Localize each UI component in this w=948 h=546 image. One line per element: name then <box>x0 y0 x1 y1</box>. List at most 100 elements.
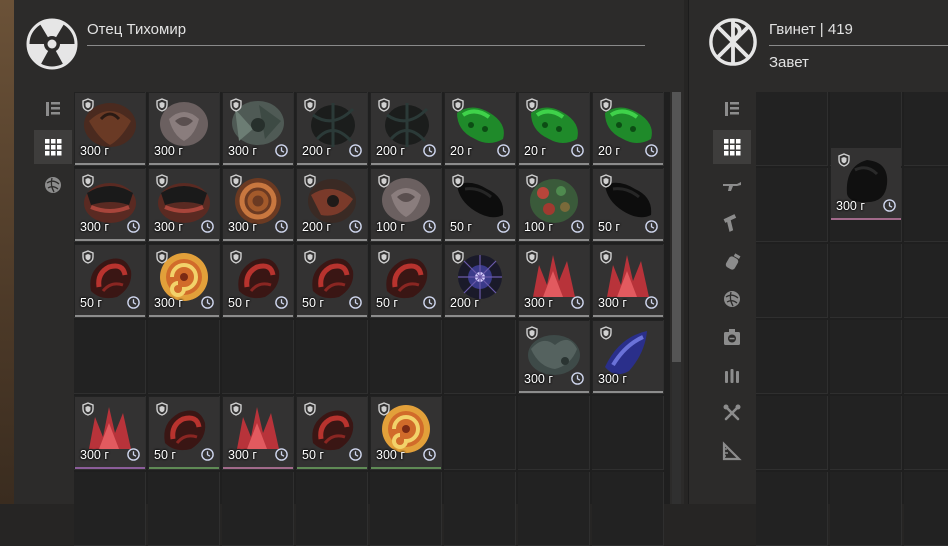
trader-grid-cell[interactable] <box>592 472 664 546</box>
player-grid-cell[interactable] <box>904 320 948 394</box>
shield-icon <box>378 402 390 416</box>
trader-item-slot[interactable]: 300 г <box>593 245 663 317</box>
item-price: 300 г <box>80 220 109 234</box>
clock-icon <box>127 448 140 461</box>
player-grid-cell[interactable] <box>756 320 828 394</box>
trader-item-slot[interactable]: 50 г <box>593 169 663 241</box>
player-grid-cell[interactable] <box>830 244 902 318</box>
trader-item-slot[interactable]: 50 г <box>445 169 515 241</box>
player-grid-cell[interactable] <box>904 92 948 166</box>
clock-icon <box>201 448 214 461</box>
shield-icon <box>156 402 168 416</box>
shield-icon <box>600 98 612 112</box>
player-grid-cell[interactable] <box>756 244 828 318</box>
shield-icon <box>452 174 464 188</box>
trader-item-slot[interactable]: 20 г <box>593 93 663 165</box>
tab-ammo[interactable] <box>713 358 751 392</box>
trader-grid-cell[interactable] <box>518 396 590 470</box>
shield-icon <box>230 250 242 264</box>
trader-item-slot[interactable]: 300 г <box>223 169 293 241</box>
clock-icon <box>423 296 436 309</box>
player-grid-cell[interactable] <box>756 168 828 242</box>
tab-sort[interactable] <box>713 92 751 126</box>
shield-icon <box>156 174 168 188</box>
item-price: 300 г <box>524 372 553 386</box>
trader-item-slot[interactable]: 50 г <box>371 245 441 317</box>
left-item-grid: 300 г 300 г 300 г 200 г 200 г 20 г 20 г 20 г 300… <box>74 92 670 546</box>
trader-grid-cell[interactable] <box>148 320 220 394</box>
trader-item-slot[interactable]: 300 г <box>593 321 663 393</box>
trader-item-slot[interactable]: 100 г <box>519 169 589 241</box>
tab-rifle[interactable] <box>713 168 751 202</box>
player-grid-cell[interactable] <box>756 472 828 546</box>
shield-icon <box>452 98 464 112</box>
tab-artifact[interactable] <box>713 282 751 316</box>
trader-item-slot[interactable]: 20 г <box>519 93 589 165</box>
item-price: 200 г <box>376 144 405 158</box>
trader-item-slot[interactable]: 50 г <box>75 245 145 317</box>
shield-icon <box>82 250 94 264</box>
item-price: 50 г <box>154 448 176 462</box>
player-grid-cell[interactable] <box>904 168 948 242</box>
trader-item-slot[interactable]: 300 г <box>149 93 219 165</box>
trader-item-slot[interactable]: 300 г <box>75 93 145 165</box>
trader-grid-cell[interactable] <box>444 320 516 394</box>
player-grid-cell[interactable] <box>830 472 902 546</box>
trader-item-slot[interactable]: 200 г <box>297 93 367 165</box>
item-price: 300 г <box>154 144 183 158</box>
trader-item-slot[interactable]: 50 г <box>297 245 367 317</box>
player-grid-cell[interactable] <box>756 396 828 470</box>
trader-item-slot[interactable]: 300 г <box>223 93 293 165</box>
trader-item-slot[interactable]: 20 г <box>445 93 515 165</box>
tab-artifact[interactable] <box>34 168 72 202</box>
trader-grid-cell[interactable] <box>222 320 294 394</box>
trader-grid-cell[interactable] <box>222 472 294 546</box>
player-grid-cell[interactable] <box>904 396 948 470</box>
trader-item-slot[interactable]: 50 г <box>149 397 219 469</box>
tab-grenade[interactable] <box>713 244 751 278</box>
trader-grid-cell[interactable] <box>444 472 516 546</box>
trader-grid-cell[interactable] <box>592 396 664 470</box>
player-item-slot[interactable]: 300 г <box>831 148 901 220</box>
trader-item-slot[interactable]: 200 г <box>297 169 367 241</box>
trader-item-slot[interactable]: 300 г <box>149 169 219 241</box>
player-grid-cell[interactable] <box>830 320 902 394</box>
trader-grid-cell[interactable] <box>74 472 146 546</box>
tab-sort[interactable] <box>34 92 72 126</box>
trader-grid-cell[interactable] <box>296 472 368 546</box>
player-grid-cell[interactable] <box>904 472 948 546</box>
trader-item-slot[interactable]: 200 г <box>371 93 441 165</box>
trader-grid-cell[interactable] <box>296 320 368 394</box>
tab-tools[interactable] <box>713 396 751 430</box>
tab-pistol[interactable] <box>713 206 751 240</box>
trader-grid-cell[interactable] <box>444 396 516 470</box>
trader-item-slot[interactable]: 300 г <box>75 169 145 241</box>
trader-grid-cell[interactable] <box>370 320 442 394</box>
trader-item-slot[interactable]: 50 г <box>297 397 367 469</box>
trader-item-slot[interactable]: 300 г <box>519 245 589 317</box>
trader-item-slot[interactable]: 300 г <box>75 397 145 469</box>
tab-medkit[interactable] <box>713 320 751 354</box>
player-grid-cell[interactable] <box>904 244 948 318</box>
trader-item-slot[interactable]: 200 г <box>445 245 515 317</box>
trader-grid-cell[interactable] <box>148 472 220 546</box>
trader-grid-cell[interactable] <box>74 320 146 394</box>
trader-item-slot[interactable]: 300 г <box>371 397 441 469</box>
trader-item-slot[interactable]: 300 г <box>149 245 219 317</box>
trader-item-slot[interactable]: 300 г <box>223 397 293 469</box>
player-grid-cell[interactable] <box>830 396 902 470</box>
tab-ruler[interactable] <box>713 434 751 468</box>
trader-grid-cell[interactable] <box>370 472 442 546</box>
clock-icon <box>423 220 436 233</box>
clock-icon <box>349 448 362 461</box>
trader-item-slot[interactable]: 300 г <box>519 321 589 393</box>
tab-grid[interactable] <box>34 130 72 164</box>
item-price: 300 г <box>154 220 183 234</box>
scrollbar-thumb[interactable] <box>672 92 681 362</box>
trader-item-slot[interactable]: 50 г <box>223 245 293 317</box>
trader-item-slot[interactable]: 100 г <box>371 169 441 241</box>
player-grid-cell[interactable] <box>756 92 828 166</box>
shield-icon <box>230 98 242 112</box>
tab-grid[interactable] <box>713 130 751 164</box>
trader-grid-cell[interactable] <box>518 472 590 546</box>
